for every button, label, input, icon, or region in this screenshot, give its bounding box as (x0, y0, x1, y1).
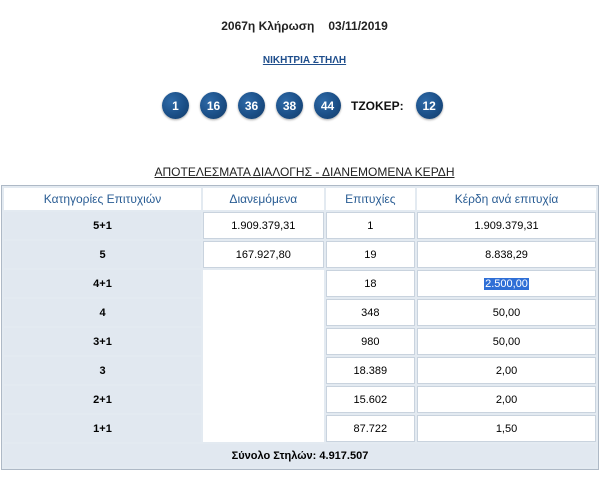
joker-ball: 12 (415, 92, 443, 119)
category-cell: 4+1 (4, 270, 201, 297)
draw-header: 2067η Κλήρωση 03/11/2019 (0, 19, 609, 33)
winners-cell: 15.602 (325, 386, 416, 413)
category-cell: 3 (4, 357, 201, 384)
draw-number: 2067η Κλήρωση (221, 19, 315, 33)
distributed-cell: 167.927,80 (203, 241, 324, 268)
winning-numbers: 1 16 36 38 44 ΤΖΟΚΕΡ: 12 (162, 92, 454, 119)
number-ball: 16 (200, 92, 227, 119)
category-cell: 5+1 (4, 212, 201, 239)
results-table: Κατηγορίες Επιτυχιών Διανεμόμενα Επιτυχί… (1, 185, 599, 470)
prize-cell: 8.838,29 (417, 241, 596, 268)
prize-cell: 1.909.379,31 (417, 212, 596, 239)
table-total-row: Σύνολο Στηλών: 4.917.507 (4, 444, 596, 467)
total-columns: Σύνολο Στηλών: 4.917.507 (4, 444, 596, 467)
winners-cell: 19 (325, 241, 416, 268)
column-header-winners: Επιτυχίες (325, 188, 416, 210)
number-ball: 38 (276, 92, 303, 119)
table-row: 5 167.927,80 19 8.838,29 (4, 241, 596, 268)
winners-cell: 348 (325, 299, 416, 326)
selected-prize-text[interactable]: 2.500,00 (484, 277, 529, 290)
prize-cell: 2,00 (417, 386, 596, 413)
winners-cell: 980 (325, 328, 416, 355)
distributed-empty-cell (203, 270, 324, 442)
winners-cell: 18.389 (325, 357, 416, 384)
distributed-cell: 1.909.379,31 (203, 212, 324, 239)
winners-cell: 1 (325, 212, 416, 239)
number-ball: 1 (162, 92, 189, 119)
prize-cell: 2,00 (417, 357, 596, 384)
prize-cell: 50,00 (417, 328, 596, 355)
category-cell: 3+1 (4, 328, 201, 355)
draw-date: 03/11/2019 (328, 19, 388, 33)
category-cell: 5 (4, 241, 201, 268)
number-ball: 44 (314, 92, 341, 119)
joker-label: ΤΖΟΚΕΡ: (351, 98, 404, 113)
category-cell: 2+1 (4, 386, 201, 413)
prize-cell: 1,50 (417, 415, 596, 442)
category-cell: 1+1 (4, 415, 201, 442)
column-header-prize: Κέρδη ανά επιτυχία (417, 188, 596, 210)
number-ball: 36 (238, 92, 265, 119)
category-cell: 4 (4, 299, 201, 326)
prize-cell: 2.500,00 (417, 270, 596, 297)
prize-cell: 50,00 (417, 299, 596, 326)
column-header-distributed: Διανεμόμενα (203, 188, 324, 210)
table-row: 5+1 1.909.379,31 1 1.909.379,31 (4, 212, 596, 239)
column-header-category: Κατηγορίες Επιτυχιών (4, 188, 201, 210)
winners-cell: 18 (325, 270, 416, 297)
results-title: ΑΠΟΤΕΛΕΣΜΑΤΑ ΔΙΑΛΟΓΗΣ - ΔΙΑΝΕΜΟΜΕΝΑ ΚΕΡΔ… (154, 165, 455, 179)
winners-cell: 87.722 (325, 415, 416, 442)
table-row: 4+1 18 2.500,00 (4, 270, 596, 442)
winning-column-link[interactable]: ΝΙΚΗΤΡΙΑ ΣΤΗΛΗ (0, 55, 609, 66)
table-header-row: Κατηγορίες Επιτυχιών Διανεμόμενα Επιτυχί… (4, 188, 596, 210)
